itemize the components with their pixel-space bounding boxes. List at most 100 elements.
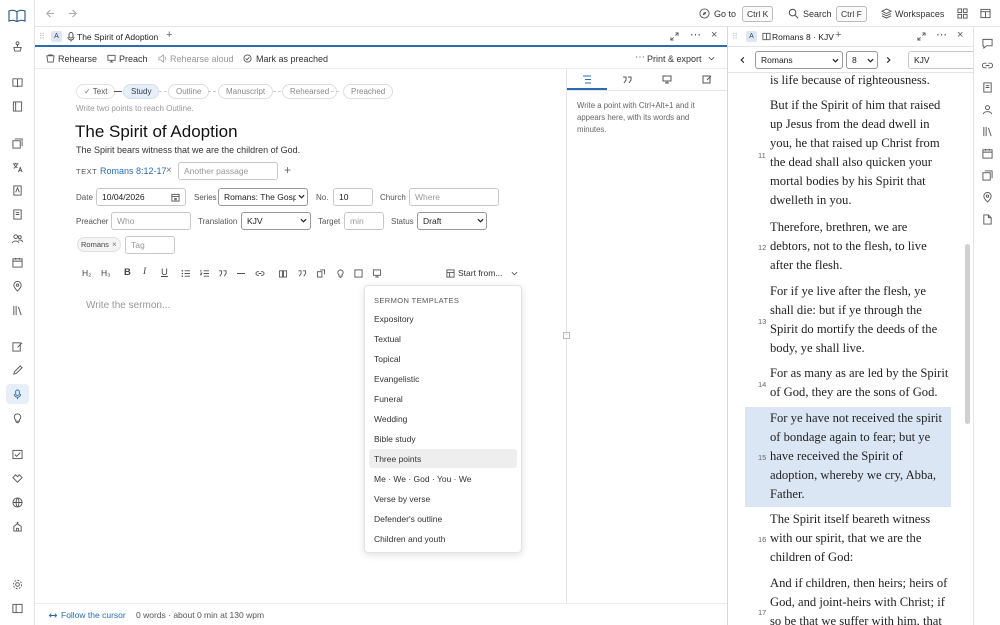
blockquote-icon[interactable]: [217, 268, 227, 278]
book-icon[interactable]: [11, 76, 23, 88]
verse-number[interactable]: 17: [758, 608, 766, 617]
start-from-button[interactable]: Start from...: [458, 268, 502, 278]
bible-pane-letter-badge[interactable]: A: [746, 31, 757, 42]
next-chapter-icon[interactable]: [884, 56, 892, 64]
dictionary-icon[interactable]: [11, 184, 23, 196]
slide-icon[interactable]: [662, 74, 672, 84]
bullet-list-icon[interactable]: [180, 268, 190, 278]
illustration-icon[interactable]: [316, 268, 326, 278]
follow-cursor-link[interactable]: Follow the cursor: [61, 610, 126, 620]
back-arrow-icon[interactable]: [44, 7, 56, 19]
template-item[interactable]: Evangelistic: [369, 369, 517, 388]
verse-number[interactable]: 16: [758, 535, 766, 544]
verse-text[interactable]: For ye have not received the spirit of b…: [770, 409, 950, 504]
bold-icon[interactable]: B: [124, 267, 131, 278]
bible-close-tab-icon[interactable]: ×: [957, 29, 963, 41]
church-input[interactable]: Where: [409, 188, 499, 206]
stage-study[interactable]: Study: [123, 84, 160, 99]
close-tab-icon[interactable]: ×: [711, 29, 717, 41]
add-passage-plus-icon[interactable]: +: [284, 163, 291, 177]
underline-icon[interactable]: U: [161, 267, 168, 278]
settings-gear-icon[interactable]: [11, 578, 23, 590]
rehearse-button[interactable]: Rehearse: [58, 54, 97, 64]
template-item-highlighted[interactable]: Three points: [369, 449, 517, 468]
sermon-editor-placeholder[interactable]: Write the sermon...: [86, 300, 170, 311]
panel-layout-icon[interactable]: [979, 7, 991, 19]
calendar-panel-icon[interactable]: [981, 147, 993, 159]
template-icon[interactable]: [445, 268, 455, 278]
layers-icon[interactable]: [880, 7, 892, 19]
search-label[interactable]: Search: [803, 9, 832, 19]
tag-input[interactable]: Tag: [125, 236, 175, 254]
calendar-picker-icon[interactable]: [170, 192, 180, 202]
template-item[interactable]: Textual: [369, 329, 517, 348]
checklist-icon[interactable]: [11, 448, 23, 460]
template-item[interactable]: Expository: [369, 309, 517, 328]
template-item[interactable]: Defender's outline: [369, 509, 517, 528]
another-passage-input[interactable]: Another passage: [178, 162, 278, 180]
search-icon[interactable]: [787, 7, 799, 19]
commentary-book-icon[interactable]: [981, 81, 993, 93]
template-item[interactable]: Topical: [369, 349, 517, 368]
template-item[interactable]: Funeral: [369, 389, 517, 408]
note-edit-icon[interactable]: [702, 74, 712, 84]
sermon-title[interactable]: The Spirit of Adoption: [75, 122, 238, 142]
template-item[interactable]: Bible study: [369, 429, 517, 448]
drag-handle-icon[interactable]: ⠿: [39, 32, 45, 41]
map-panel-icon[interactable]: [981, 191, 993, 203]
numbered-list-icon[interactable]: [199, 268, 209, 278]
heading2-button[interactable]: H₂: [82, 268, 91, 278]
bookmark-book-icon[interactable]: [11, 208, 23, 220]
template-item[interactable]: Wedding: [369, 409, 517, 428]
insert-quote-icon[interactable]: [297, 268, 307, 278]
comment-icon[interactable]: [981, 37, 993, 49]
stage-manuscript[interactable]: Manuscript: [218, 84, 274, 99]
editor-tab-title[interactable]: The Spirit of Adoption: [77, 32, 158, 42]
bible-tab-title[interactable]: Romans 8 · KJV: [772, 32, 834, 42]
workspaces-label[interactable]: Workspaces: [895, 9, 944, 19]
stage-text[interactable]: ✓ Text: [76, 84, 116, 99]
bible-more-options-icon[interactable]: ⋯: [936, 28, 947, 41]
handshake-icon[interactable]: [11, 472, 23, 484]
microphone-icon[interactable]: [11, 388, 23, 400]
number-input[interactable]: 10: [333, 188, 373, 206]
verse-text[interactable]: Therefore, brethren, we are debtors, not…: [770, 218, 950, 275]
goto-label[interactable]: Go to: [714, 9, 736, 19]
start-from-chevron-icon[interactable]: [510, 269, 518, 277]
edit-note-icon[interactable]: [11, 340, 23, 352]
heading3-button[interactable]: H₃: [101, 268, 111, 278]
forward-arrow-icon[interactable]: [66, 7, 78, 19]
map-pin-icon[interactable]: [11, 280, 23, 292]
verse-number[interactable]: 13: [758, 317, 766, 326]
slide-insert-icon[interactable]: [372, 268, 382, 278]
application-lightbulb-icon[interactable]: [335, 268, 345, 278]
version-input[interactable]: KJV: [908, 51, 973, 69]
verse-text[interactable]: The Spirit itself beareth witness with o…: [770, 510, 950, 567]
stage-rehearsed[interactable]: Rehearsed: [282, 84, 338, 99]
verse-text[interactable]: For as many as are led by the Spirit of …: [770, 364, 950, 402]
people-icon[interactable]: [11, 232, 23, 244]
stage-preached[interactable]: Preached: [343, 84, 394, 99]
preacher-input[interactable]: Who: [111, 212, 191, 230]
template-item[interactable]: Me · We · God · You · We: [369, 469, 517, 488]
person-podium-icon[interactable]: [11, 40, 23, 52]
template-item[interactable]: Verse by verse: [369, 489, 517, 508]
library-book-icon[interactable]: [11, 100, 23, 112]
preach-button[interactable]: Preach: [119, 54, 148, 64]
verse-number[interactable]: 15: [758, 453, 766, 462]
church-icon[interactable]: [11, 520, 23, 532]
scrollbar-thumb[interactable]: [965, 244, 970, 424]
globe-icon[interactable]: [11, 496, 23, 508]
notes-stack-icon[interactable]: [11, 137, 23, 149]
outline-list-icon[interactable]: [582, 74, 592, 84]
print-export-button[interactable]: Print & export: [647, 54, 702, 64]
horizontal-rule-icon[interactable]: [237, 273, 245, 274]
verse-number[interactable]: 12: [758, 243, 766, 252]
rehearse-aloud-button[interactable]: Rehearse aloud: [170, 54, 234, 64]
pen-icon[interactable]: [11, 364, 23, 376]
link-icon[interactable]: [255, 268, 265, 278]
bible-new-tab-plus-icon[interactable]: +: [835, 29, 841, 41]
open-book-logo-icon[interactable]: [8, 9, 26, 22]
verse-text[interactable]: But if the Spirit of him that raised up …: [770, 96, 950, 210]
verse-number[interactable]: 11: [758, 151, 766, 160]
